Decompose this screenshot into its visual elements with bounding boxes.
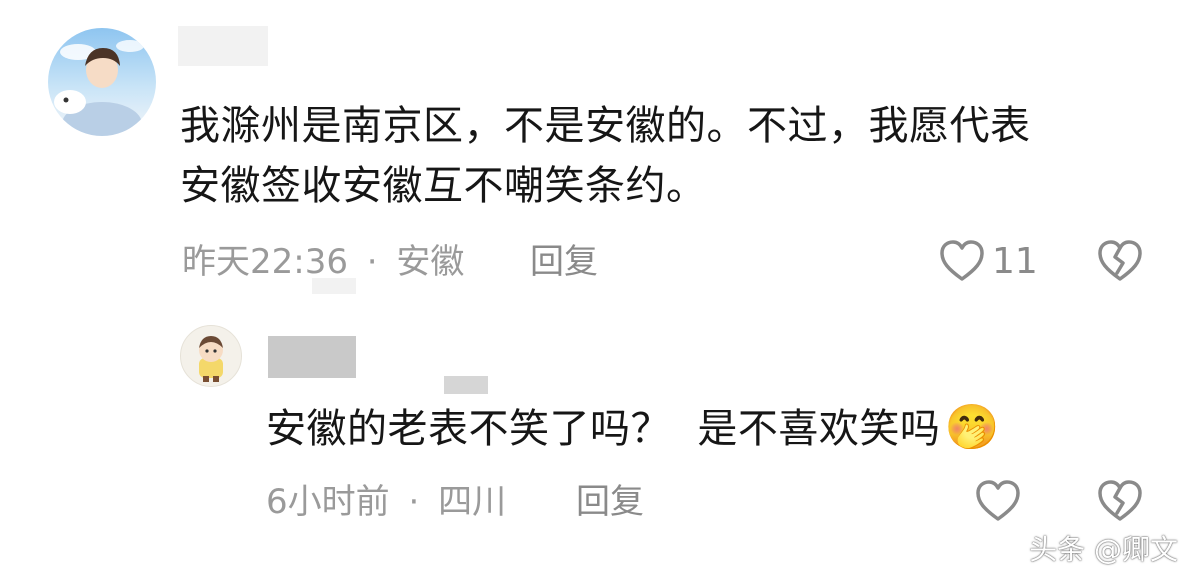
reply-dislike-button[interactable] bbox=[1096, 478, 1144, 528]
comment-location: 安徽 bbox=[396, 242, 465, 282]
watermark: 头条 @卿文 bbox=[1029, 533, 1178, 566]
replier-avatar[interactable] bbox=[180, 325, 242, 387]
heart-outline-icon bbox=[940, 240, 984, 281]
broken-heart-icon bbox=[1098, 240, 1142, 281]
reply-text-content: 安徽的老表不笑了吗？ 是不喜欢笑吗 bbox=[266, 406, 941, 452]
commenter-avatar[interactable] bbox=[48, 28, 156, 136]
reply-meta: 6小时前 · 四川 bbox=[266, 480, 506, 524]
meta-separator: · bbox=[366, 242, 378, 282]
redaction-mark bbox=[444, 376, 488, 394]
heart-outline-icon bbox=[976, 480, 1020, 521]
avatar-illustration bbox=[199, 336, 223, 382]
replier-username-redacted bbox=[268, 336, 356, 378]
dislike-button[interactable] bbox=[1096, 238, 1144, 288]
like-count: 11 bbox=[992, 241, 1038, 282]
reply-location: 四川 bbox=[438, 482, 507, 522]
reply-text: 安徽的老表不笑了吗？ 是不喜欢笑吗🤭 bbox=[266, 400, 1000, 457]
redaction-mark bbox=[312, 278, 356, 294]
comment-text-line1: 我滁州是南京区，不是安徽的。不过，我愿代表 bbox=[180, 103, 1031, 149]
comment-time: 昨天22:36 bbox=[182, 242, 348, 282]
like-button[interactable] bbox=[938, 238, 986, 288]
avatar-illustration bbox=[54, 40, 144, 136]
reply-time: 6小时前 bbox=[266, 482, 390, 522]
broken-heart-icon bbox=[1098, 480, 1142, 521]
comment-reply-button[interactable]: 回复 bbox=[530, 240, 598, 284]
meta-separator: · bbox=[408, 482, 420, 522]
reply-reply-button[interactable]: 回复 bbox=[576, 480, 644, 524]
comment-text-line2: 安徽签收安徽互不嘲笑条约。 bbox=[180, 163, 707, 209]
reply-like-button[interactable] bbox=[974, 478, 1022, 528]
username-redacted bbox=[178, 26, 268, 66]
emoji-face-with-hand-over-mouth: 🤭 bbox=[944, 402, 1000, 453]
